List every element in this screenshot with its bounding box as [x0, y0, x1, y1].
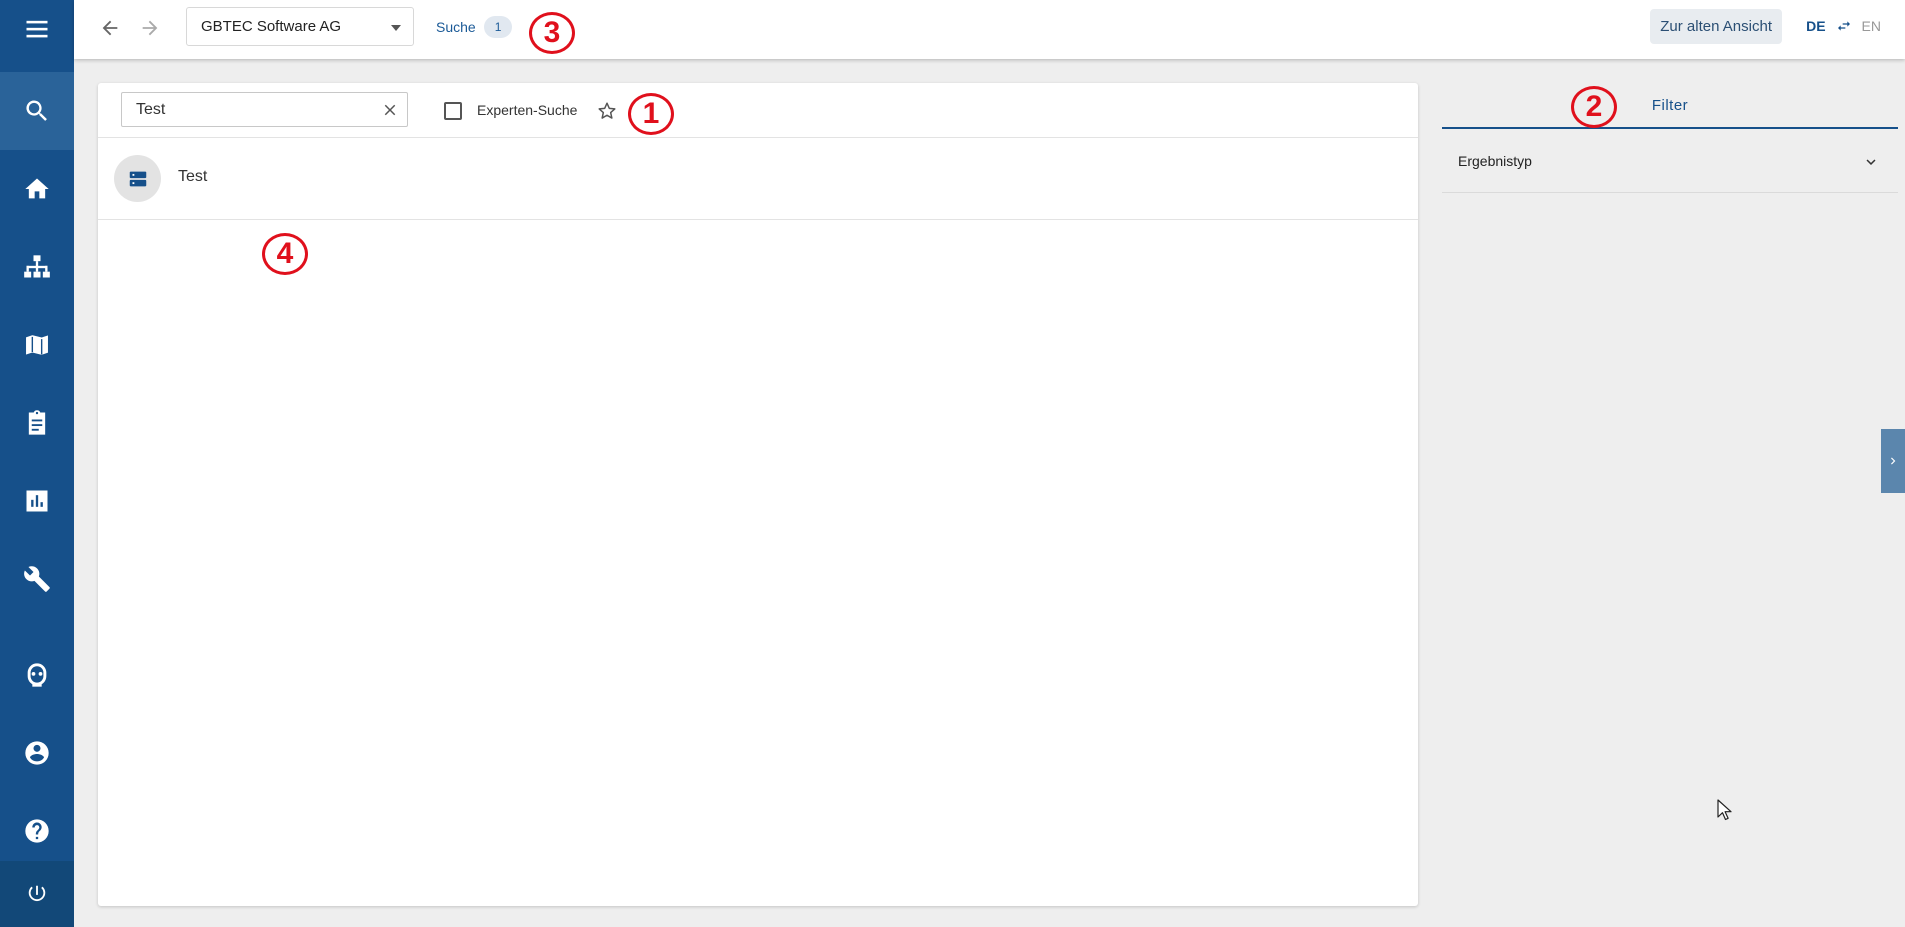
forward-button[interactable]: [135, 13, 165, 43]
result-label: Test: [178, 168, 208, 185]
help-icon: [25, 819, 49, 843]
search-field[interactable]: [121, 92, 408, 127]
search-icon: [26, 100, 47, 121]
search-toolbar: Experten-Suche: [98, 83, 1418, 138]
top-bar: GBTEC Software AG Suche 1 Zur alten Ansi…: [74, 0, 1905, 59]
expert-search-label[interactable]: Experten-Suche: [477, 102, 577, 118]
back-button[interactable]: [95, 13, 125, 43]
caret-down-icon: [391, 25, 401, 31]
sidebar-item-home[interactable]: [0, 150, 74, 228]
search-results-card: Experten-Suche Test: [98, 83, 1418, 906]
panel-toggle-button[interactable]: [1881, 429, 1905, 493]
breadcrumb: Suche 1: [436, 16, 513, 38]
sidebar-item-admin[interactable]: [0, 540, 74, 618]
organization-select-value: GBTEC Software AG: [201, 18, 342, 35]
language-switch: DE EN: [1806, 18, 1881, 34]
annotation-marker-2: 2: [1571, 86, 1617, 128]
book-icon: [24, 333, 50, 357]
menu-button[interactable]: [0, 0, 74, 58]
cursor-icon: [1717, 799, 1732, 821]
sitemap-icon: [24, 255, 50, 278]
expert-search-checkbox[interactable]: [444, 102, 462, 120]
swap-icon[interactable]: [1836, 18, 1852, 34]
home-icon: [25, 178, 49, 199]
breadcrumb-search[interactable]: Suche: [436, 19, 476, 35]
star-icon[interactable]: [596, 100, 618, 122]
sidebar-item-search[interactable]: [0, 72, 74, 150]
sidebar-item-book[interactable]: [0, 306, 74, 384]
chevron-right-icon: [1891, 457, 1896, 465]
power-icon: [28, 885, 46, 902]
sidebar-item-hierarchy[interactable]: [0, 228, 74, 306]
user-icon: [25, 741, 49, 765]
language-de[interactable]: DE: [1806, 18, 1825, 34]
hamburger-menu-icon: [26, 20, 48, 38]
sidebar-item-reports[interactable]: [0, 462, 74, 540]
language-en[interactable]: EN: [1862, 18, 1881, 34]
clipboard-icon: [28, 410, 46, 435]
annotation-marker-3: 3: [529, 12, 575, 54]
filter-section-result-type[interactable]: Ergebnistyp: [1442, 131, 1898, 193]
arrow-left-icon: [102, 20, 118, 36]
arrow-right-icon: [142, 20, 158, 36]
annotation-marker-1: 1: [628, 93, 674, 135]
list-item[interactable]: Test: [98, 138, 1418, 220]
result-avatar: [114, 155, 161, 202]
sidebar-item-logout[interactable]: [0, 861, 74, 927]
sidebar: [0, 0, 74, 927]
sidebar-item-bot[interactable]: [0, 636, 74, 714]
filter-panel: Filter Ergebnistyp: [1442, 83, 1898, 906]
breadcrumb-count-badge: 1: [483, 16, 513, 38]
close-icon[interactable]: [381, 101, 399, 119]
filter-section-label: Ergebnistyp: [1458, 153, 1532, 169]
annotation-marker-4: 4: [262, 233, 308, 275]
organization-select[interactable]: GBTEC Software AG: [186, 7, 414, 46]
robot-icon: [27, 663, 47, 687]
tab-filter[interactable]: Filter: [1442, 83, 1898, 129]
search-input[interactable]: [136, 99, 366, 121]
sidebar-item-tasks[interactable]: [0, 384, 74, 462]
old-view-button[interactable]: Zur alten Ansicht: [1650, 9, 1782, 44]
database-icon: [129, 171, 146, 186]
sidebar-item-profile[interactable]: [0, 714, 74, 792]
chevron-down-icon: [1866, 159, 1876, 165]
wrench-icon: [24, 566, 50, 592]
chart-icon: [26, 490, 48, 512]
sidebar-item-help[interactable]: [0, 792, 74, 870]
